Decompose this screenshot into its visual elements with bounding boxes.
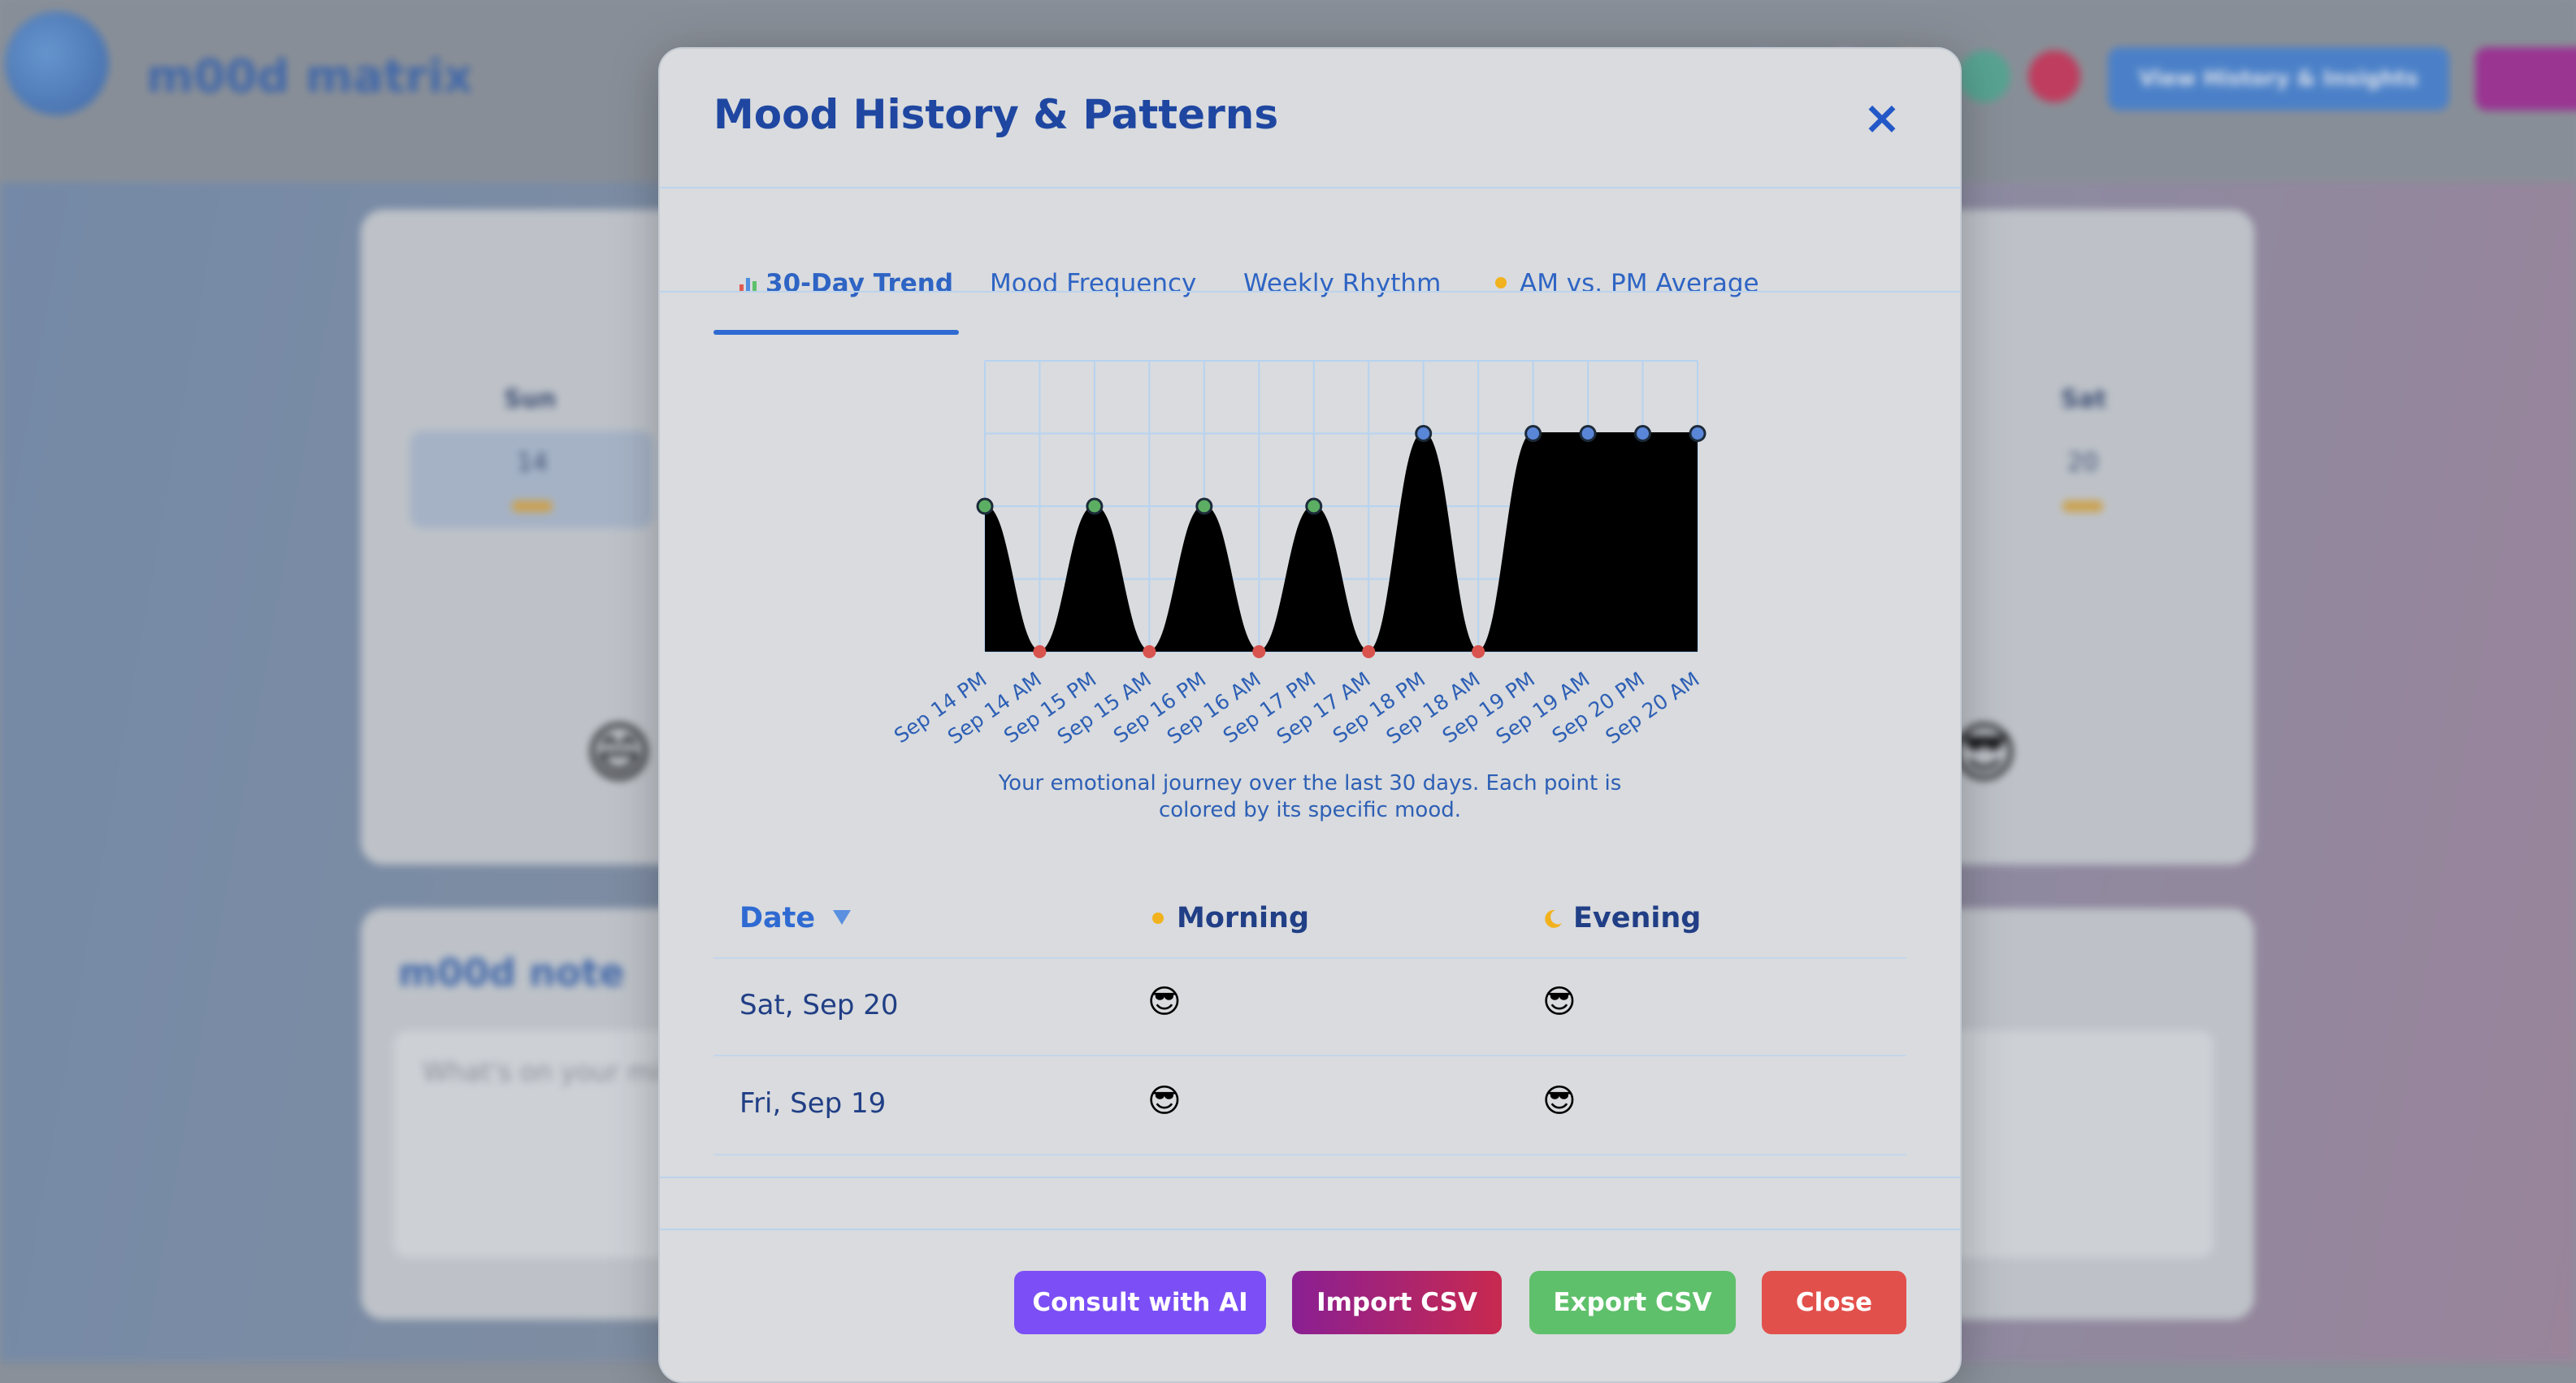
- sort-down-icon: [833, 910, 852, 925]
- date-column-header[interactable]: Date: [739, 902, 852, 934]
- data-point: [1472, 645, 1485, 658]
- footer-divider: [660, 1229, 1960, 1230]
- close-button[interactable]: Close: [1762, 1271, 1906, 1334]
- data-point: [1689, 425, 1706, 442]
- export-csv-button[interactable]: Export CSV: [1529, 1271, 1736, 1334]
- consult-ai-button[interactable]: Consult with AI: [1014, 1271, 1266, 1334]
- mood-emoji-icon: 😎: [1542, 983, 1576, 1021]
- data-point: [1415, 425, 1433, 442]
- import-csv-button[interactable]: Import CSV: [1292, 1271, 1502, 1334]
- mood-emoji-icon: 😎: [1147, 1082, 1182, 1120]
- table-cell-date: Fri, Sep 19: [739, 1087, 887, 1120]
- data-point: [1195, 497, 1213, 515]
- body-divider: [660, 1177, 1960, 1178]
- data-point: [1252, 645, 1266, 658]
- data-point: [1524, 425, 1542, 442]
- data-point: [1634, 425, 1652, 442]
- morning-column-header: Morning: [1147, 902, 1309, 934]
- table-row-divider: [713, 957, 1906, 959]
- data-point: [1362, 645, 1376, 658]
- date-header-label: Date: [739, 902, 816, 934]
- data-point: [1033, 645, 1047, 658]
- mood-emoji-icon: 😎: [1147, 983, 1182, 1021]
- data-point: [1579, 425, 1597, 442]
- sun-icon: [1147, 908, 1169, 929]
- morning-header-label: Morning: [1177, 902, 1310, 934]
- data-point: [976, 497, 994, 515]
- moon-icon: [1542, 904, 1565, 928]
- table-cell-date: Sat, Sep 20: [739, 989, 899, 1021]
- chart-area: [985, 433, 1698, 652]
- mood-history-modal: Mood History & Patterns × 30-Day Trend M…: [658, 47, 1962, 1383]
- mood-trend-chart: Sep 14 PMSep 14 AMSep 15 PMSep 15 AMSep …: [890, 360, 1706, 748]
- evening-column-header: Evening: [1542, 902, 1701, 934]
- table-row-divider: [713, 1055, 1906, 1056]
- evening-header-label: Evening: [1573, 902, 1702, 934]
- data-point: [1143, 645, 1156, 658]
- data-point: [1305, 497, 1323, 515]
- mood-emoji-icon: 😎: [1542, 1082, 1576, 1120]
- table-row-divider: [713, 1154, 1906, 1155]
- data-point: [1086, 497, 1104, 515]
- chart-caption: Your emotional journey over the last 30 …: [998, 771, 1622, 822]
